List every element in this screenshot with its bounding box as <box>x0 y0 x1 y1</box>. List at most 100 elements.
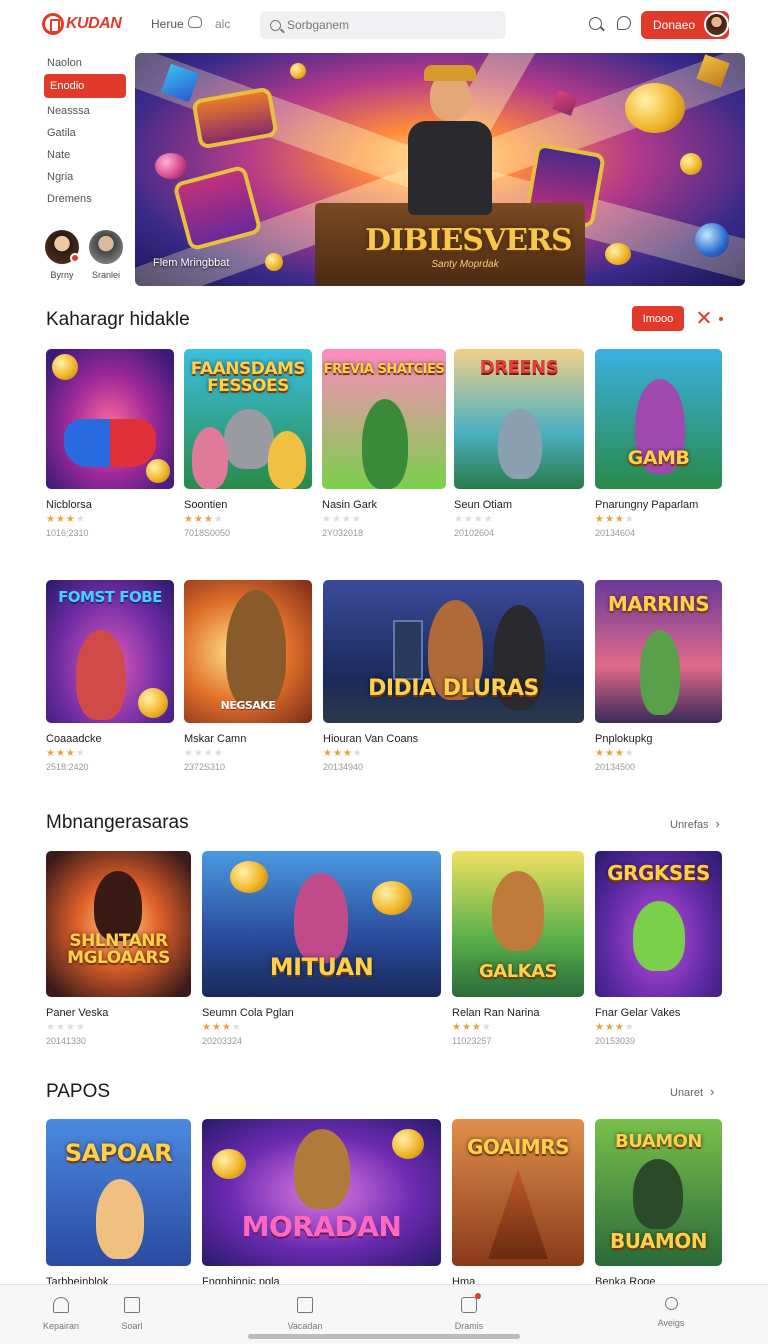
controller-icon[interactable] <box>188 16 202 28</box>
sidebar-item-enodio[interactable]: Enodio <box>44 74 126 98</box>
game-card[interactable]: GOAIMRS Hma <box>452 1119 584 1288</box>
game-thumb-title: GAMB <box>627 447 690 469</box>
hero-subtitle: Santy Moprdak <box>431 259 499 270</box>
game-name: Nicblorsa <box>46 499 92 511</box>
sidebar-item-naolon[interactable]: Naolon <box>44 52 126 74</box>
sidebar: Naolon Enodio Neasssa Gatila Nate Ngria … <box>44 52 126 210</box>
search-input[interactable] <box>287 18 487 32</box>
game-name: Mskar Camn <box>184 733 247 745</box>
tab-vacadan[interactable]: Vacadan <box>275 1297 335 1331</box>
rating-stars: ★★★★ <box>46 1022 86 1033</box>
tab-kepairan[interactable]: Kepairan <box>31 1297 91 1331</box>
game-thumbnail: FAANSDAMS FESSOES <box>184 349 312 489</box>
game-date: 20153039 <box>595 1036 636 1046</box>
game-date: 20134500 <box>595 762 636 772</box>
app-logo[interactable]: KUDAN <box>42 13 122 35</box>
see-more-link[interactable]: Unrefas <box>670 816 720 831</box>
game-name: Pnarungny Paparlam <box>595 499 699 511</box>
game-card[interactable]: MITUAN Seumn Cola Pglan ★★★★ 20203324 <box>202 851 441 1046</box>
character-illustration <box>76 630 126 720</box>
game-date: 2Y032018 <box>322 528 364 538</box>
character-illustration <box>192 427 228 489</box>
home-indicator[interactable] <box>248 1334 520 1339</box>
coin-illustration <box>625 83 685 133</box>
game-card[interactable]: FOMST FOBE Coaaadcke ★★★★ 2518:2420 <box>46 580 174 772</box>
friend-avatar <box>89 230 123 264</box>
game-thumbnail: MITUAN <box>202 851 441 997</box>
game-thumbnail: FOMST FOBE <box>46 580 174 723</box>
nav-home-link[interactable]: Herue <box>151 17 184 31</box>
sidebar-item-nate[interactable]: Nate <box>44 144 126 166</box>
friend-item[interactable]: Sranlei <box>88 230 124 280</box>
hero-caption: Flem Mringbbat <box>153 257 230 269</box>
game-card[interactable]: FAANSDAMS FESSOES Soontien ★★★★ 7018S005… <box>184 349 312 538</box>
game-date: 20134940 <box>323 762 364 772</box>
sidebar-item-dremens[interactable]: Dremens <box>44 188 126 210</box>
game-card[interactable]: BUAMON BUAMON Benka Roge <box>595 1119 722 1288</box>
tab-label: Kepairan <box>42 1321 80 1331</box>
game-thumbnail: GOAIMRS <box>452 1119 584 1266</box>
see-more-link[interactable]: Unaret <box>670 1084 714 1099</box>
cart-icon <box>461 1293 481 1313</box>
game-date: 2518:2420 <box>46 762 89 772</box>
game-name: Paner Veska <box>46 1007 109 1019</box>
game-thumb-title: GRGKSES <box>607 861 710 885</box>
search-bar[interactable] <box>260 11 506 39</box>
logo-text: KUDAN <box>66 15 122 32</box>
game-name: Hiouran Van Coans <box>323 733 419 745</box>
section-action-button[interactable]: Imooo <box>632 306 684 331</box>
game-card[interactable]: GAMB Pnarungny Paparlam ★★★★ 20134604 <box>595 349 722 538</box>
game-card[interactable]: Nicblorsa ★★★★ 1016;2310 <box>46 349 174 538</box>
game-card[interactable]: SHLNTANR MGLOAARS Paner Veska ★★★★ 20141… <box>46 851 191 1046</box>
game-card[interactable]: GRGKSES Fnar Gelar Vakes ★★★★ 20153039 <box>595 851 722 1046</box>
game-card[interactable]: FREVIA SHATCIES Nasin Gark ★★★★ 2Y032018 <box>322 349 446 538</box>
game-thumb-title: SAPOAR <box>64 1139 173 1167</box>
tab-soarl[interactable]: Soarl <box>102 1297 162 1331</box>
game-thumbnail: GAMB <box>595 349 722 489</box>
game-name: Pnplokupkg <box>595 733 653 745</box>
rating-stars: ★★★★ <box>595 748 635 759</box>
chat-icon[interactable] <box>617 16 631 30</box>
rating-stars: ★★★★ <box>184 748 224 759</box>
hero-banner[interactable]: DIBIESVERS Santy Moprdak Flem Mringbbat <box>135 53 745 286</box>
game-name: Relan Ran Narina <box>452 1007 540 1019</box>
sidebar-item-neasssa[interactable]: Neasssa <box>44 100 126 122</box>
rating-stars: ★★★★ <box>322 514 362 525</box>
friend-name: Byrny <box>50 270 74 280</box>
game-thumb-title: GOAIMRS <box>466 1135 570 1159</box>
tablet-icon <box>297 1297 313 1313</box>
tab-aveigs[interactable]: Aveigs <box>641 1297 701 1328</box>
game-thumb-title: FREVIA SHATCIES <box>323 362 445 377</box>
section-title-papos: PAPOS <box>46 1081 111 1102</box>
tab-label: Soarl <box>121 1321 143 1331</box>
coin-illustration <box>680 153 702 175</box>
game-card[interactable]: DREENS Seun Otiam ★★★★ 20102604 <box>454 349 584 538</box>
game-thumb-title: NEGSAKE <box>220 699 276 712</box>
coin-illustration <box>372 881 412 915</box>
tab-dramis[interactable]: Dramis <box>439 1293 499 1331</box>
game-card[interactable]: DIDIA DLURAS Hiouran Van Coans ★★★★ 2013… <box>323 580 584 772</box>
rating-stars: ★★★★ <box>202 1022 242 1033</box>
game-thumbnail <box>46 349 174 489</box>
indicator-dot-icon <box>719 317 723 321</box>
game-card[interactable]: MORADAN Fngnhinnic pgla <box>202 1119 441 1288</box>
game-card[interactable]: SAPOAR Tarbbeinblok <box>46 1119 191 1288</box>
sidebar-item-gatila[interactable]: Gatila <box>44 122 126 144</box>
game-card[interactable]: MARRINS Pnplokupkg ★★★★ 20134500 <box>595 580 722 772</box>
character-crown <box>424 65 476 81</box>
game-card[interactable]: NEGSAKE Mskar Camn ★★★★ 2372S310 <box>184 580 312 772</box>
rating-stars: ★★★★ <box>184 514 224 525</box>
header-search-icon[interactable] <box>589 17 602 30</box>
game-name: Coaaadcke <box>46 733 102 745</box>
friend-item[interactable]: Byrny <box>44 230 80 280</box>
coin-illustration <box>212 1149 246 1179</box>
character-illustration <box>226 590 286 710</box>
character-illustration <box>268 431 306 489</box>
sidebar-item-ngria[interactable]: Ngria <box>44 166 126 188</box>
game-card[interactable]: GALKAS Relan Ran Narina ★★★★ 11023257 <box>452 851 584 1046</box>
user-avatar[interactable] <box>704 12 729 37</box>
nav-link[interactable]: alc <box>215 17 230 31</box>
rating-stars: ★★★★ <box>595 514 635 525</box>
close-icon[interactable] <box>697 310 711 324</box>
coin-illustration <box>265 253 283 271</box>
